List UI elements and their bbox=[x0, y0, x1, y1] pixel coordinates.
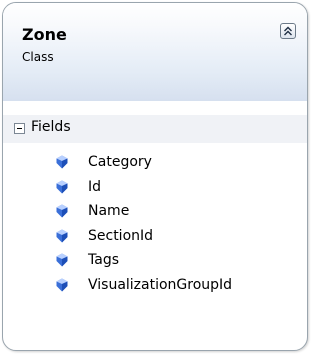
field-item[interactable]: SectionId bbox=[3, 226, 307, 251]
class-stereotype: Class bbox=[22, 50, 54, 64]
field-gem-icon bbox=[56, 204, 68, 218]
class-shape-zone[interactable]: Zone Class Fields Category Id Name Secti… bbox=[2, 2, 308, 351]
field-gem-icon bbox=[56, 155, 68, 169]
field-gem-icon bbox=[56, 229, 68, 243]
field-name: Name bbox=[88, 203, 130, 220]
collapse-button[interactable] bbox=[280, 23, 296, 39]
class-header: Zone Class bbox=[3, 3, 307, 101]
field-gem-icon bbox=[56, 253, 68, 267]
class-name: Zone bbox=[22, 25, 67, 44]
field-name: Id bbox=[88, 178, 102, 195]
field-name: SectionId bbox=[88, 227, 154, 244]
fields-section-header[interactable]: Fields bbox=[3, 115, 307, 143]
field-item[interactable]: VisualizationGroupId bbox=[3, 275, 307, 300]
fields-list: Category Id Name SectionId Tags Visualiz… bbox=[3, 152, 307, 300]
collapse-toggle-icon[interactable] bbox=[14, 123, 25, 134]
field-item[interactable]: Name bbox=[3, 201, 307, 226]
double-chevron-up-icon bbox=[284, 26, 292, 36]
field-name: Tags bbox=[88, 252, 119, 269]
field-item[interactable]: Category bbox=[3, 152, 307, 177]
field-item[interactable]: Tags bbox=[3, 250, 307, 275]
fields-section-label: Fields bbox=[31, 119, 71, 135]
field-gem-icon bbox=[56, 180, 68, 194]
field-name: Category bbox=[88, 154, 152, 170]
field-name: VisualizationGroupId bbox=[88, 276, 233, 293]
field-gem-icon bbox=[56, 278, 68, 292]
field-item[interactable]: Id bbox=[3, 177, 307, 202]
